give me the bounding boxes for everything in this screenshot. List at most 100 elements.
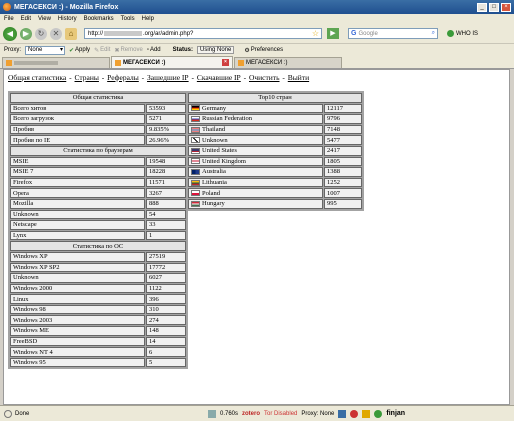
reload-button[interactable]: ↻: [35, 27, 47, 40]
security-icon[interactable]: [350, 409, 359, 418]
top10-countries-panel: Top10 стран Germany 12117 Russian Federatio…: [186, 91, 364, 211]
search-icon[interactable]: ⌕: [432, 30, 435, 37]
finjan-logo[interactable]: finjan: [386, 410, 405, 417]
os-stats-value: 17772: [146, 262, 186, 273]
tab-close-icon[interactable]: ×: [222, 59, 229, 66]
os-stats-value: 6: [146, 347, 186, 357]
remove-button[interactable]: ✖ Remove: [114, 47, 142, 54]
maximize-button[interactable]: □: [489, 2, 499, 12]
proxy-toolbar: Proxy: None ✔Apply ✎Edit ✖Remove ▫Add St…: [0, 44, 514, 56]
browser-stats-label: Unknown: [10, 209, 145, 220]
forward-button[interactable]: ▶: [20, 27, 32, 40]
table-row: Windows 2003 274: [10, 315, 186, 326]
table-row: Windows 2000 1122: [10, 283, 186, 294]
menu-view[interactable]: View: [38, 16, 51, 22]
nav-countries[interactable]: Страны: [75, 73, 99, 82]
table-row: Windows 98 310: [10, 304, 186, 315]
apply-button[interactable]: ✔ Apply: [69, 47, 90, 54]
tor-status[interactable]: Tor Disabled: [264, 411, 297, 417]
os-stats-value: 14: [146, 336, 186, 347]
os-stats-label: Unknown: [10, 273, 145, 283]
page-info-icon[interactable]: [208, 409, 216, 418]
table-row: United Kingdom 1805: [188, 156, 362, 167]
browser-stats-header: Статистика по браузерам: [10, 145, 186, 156]
apply-icon: ✔: [69, 47, 75, 54]
table-row: Lithuania 1252: [188, 177, 362, 188]
os-stats-value: 27519: [146, 251, 186, 262]
menu-history[interactable]: History: [58, 16, 77, 22]
browser-stats-value: 19548: [146, 156, 186, 167]
os-stats-label: Windows 98: [10, 304, 145, 315]
table-row: Пробив по IE 26.96%: [10, 135, 186, 145]
browser-stats-label: MSIE: [10, 156, 145, 167]
tab-2-active[interactable]: МЕГАСЕКСИ :) ×: [111, 56, 233, 68]
nav-referrers[interactable]: Рефералы: [107, 73, 139, 82]
general-stats-value: 5271: [146, 114, 186, 124]
preferences-button[interactable]: ⚙ Preferences: [244, 47, 283, 54]
edit-button[interactable]: ✎ Edit: [94, 47, 110, 54]
stop-button[interactable]: ✕: [50, 27, 62, 40]
browser-stats-label: Lynx: [10, 230, 145, 241]
table-row: United States 2417: [188, 145, 362, 156]
au-flag-icon: [191, 168, 200, 175]
table-row: Russian Federation 9796: [188, 114, 362, 124]
status-value[interactable]: Using None: [196, 46, 235, 54]
nav-general-stats[interactable]: Общая статистика: [8, 73, 66, 82]
table-row: Windows ME 148: [10, 326, 186, 336]
whois-status-icon[interactable]: [374, 409, 383, 418]
country-hits: 1252: [324, 177, 362, 188]
nav-downloader-ips[interactable]: Скачавшие IP: [197, 73, 241, 82]
stats-table: Общая статистика Всего хитов 53593 Всего за…: [9, 92, 187, 368]
browser-stats-value: 11571: [146, 177, 186, 188]
country-name: Germany: [202, 104, 227, 112]
top10-header: Top10 стран: [188, 93, 362, 103]
menu-bookmarks[interactable]: Bookmarks: [84, 16, 114, 22]
preferences-icon: ⚙: [244, 47, 250, 54]
menu-edit[interactable]: Edit: [21, 16, 31, 22]
whois-icon: [447, 30, 454, 37]
xx-flag-icon: [191, 137, 200, 144]
back-button[interactable]: ◀: [3, 26, 17, 41]
menu-file[interactable]: File: [4, 16, 14, 22]
country-cell: Lithuania: [188, 177, 323, 188]
menu-tools[interactable]: Tools: [121, 16, 135, 22]
add-button[interactable]: ▫ Add: [147, 47, 161, 53]
edit-label: Edit: [100, 47, 111, 53]
go-button[interactable]: ▶: [327, 28, 339, 39]
menu-help[interactable]: Help: [142, 16, 154, 22]
proxy-select[interactable]: None: [25, 45, 66, 55]
menu-bar: File Edit View History Bookmarks Tools H…: [0, 14, 514, 24]
os-stats-label: Linux: [10, 294, 145, 304]
country-cell: Unknown: [188, 135, 323, 145]
minimize-button[interactable]: _: [477, 2, 487, 12]
url-suffix: .org/ar/admin.php?: [143, 30, 194, 37]
country-name: Russian Federation: [202, 115, 253, 123]
close-window-button[interactable]: ×: [501, 2, 511, 12]
table-row: Mozilla 888: [10, 198, 186, 209]
nav-clear[interactable]: Очистить: [249, 73, 280, 82]
addon-icon[interactable]: [338, 409, 347, 418]
search-input[interactable]: G Google ⌕: [348, 28, 438, 39]
table-row: Linux 396: [10, 294, 186, 304]
whois-button[interactable]: WHO IS: [447, 30, 478, 37]
tab-3[interactable]: МЕГАСЕКСИ :): [234, 57, 342, 68]
nav-visitor-ips[interactable]: Зашедшие IP: [147, 73, 189, 82]
table-row: Windows XP 27519: [10, 251, 186, 262]
redacted-tab-title: [14, 61, 58, 65]
bookmark-star-icon[interactable]: ☆: [312, 29, 319, 38]
extension-icon[interactable]: [362, 409, 371, 418]
country-hits: 2417: [324, 145, 362, 156]
home-button[interactable]: ⌂: [65, 27, 77, 40]
browser-stats-label: Netscape: [10, 220, 145, 230]
url-bar[interactable]: http:// .org/ar/admin.php? ☆: [84, 28, 322, 39]
proxy-status[interactable]: Proxy: None: [301, 411, 334, 417]
table-row: Пробив 9.835%: [10, 124, 186, 135]
countries-table: Top10 стран Germany 12117 Russian Federatio…: [187, 92, 363, 210]
country-name: Australia: [202, 168, 226, 176]
os-stats-label: Windows 2003: [10, 315, 145, 326]
country-cell: Thailand: [188, 124, 323, 135]
country-cell: Australia: [188, 167, 323, 177]
zotero-button[interactable]: zotero: [242, 411, 260, 417]
tab-1[interactable]: [2, 57, 110, 68]
nav-logout[interactable]: Выйти: [288, 73, 309, 82]
